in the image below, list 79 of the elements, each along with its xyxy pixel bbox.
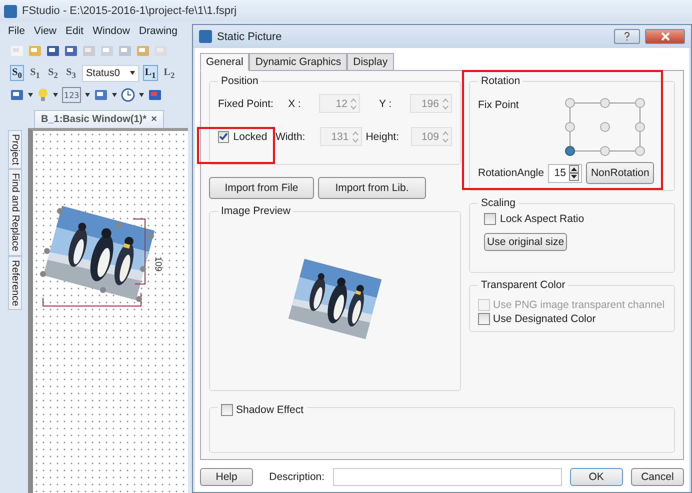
fix-point-radio[interactable] (635, 146, 645, 156)
checkbox-label: Lock Aspect Ratio (500, 213, 584, 225)
group-title: Scaling (480, 197, 516, 209)
caret-icon (28, 93, 33, 97)
fix-point-radio[interactable] (635, 98, 645, 108)
menu-item[interactable]: Window (92, 25, 130, 37)
caret-icon (53, 93, 58, 97)
import-button[interactable]: Import from File (209, 177, 314, 199)
document-tab[interactable]: B_1:Basic Window(1)* × (34, 110, 164, 128)
fix-point-radio[interactable] (635, 122, 645, 132)
layer-button[interactable]: L$_{2}$ (162, 65, 177, 81)
field-label: Fix Point (478, 99, 520, 111)
caret-icon (139, 93, 144, 97)
spinner-icon[interactable] (568, 165, 579, 181)
checkbox[interactable] (221, 404, 233, 416)
checkbox-label: Use PNG image transparent channel (493, 299, 665, 311)
caret-icon (85, 93, 90, 97)
layer-button[interactable]: L$_{1}$ (142, 65, 158, 81)
import-button[interactable]: Import from Lib. (318, 177, 426, 199)
original-size-button[interactable]: Use original size (484, 233, 568, 251)
group-title: Position (220, 75, 260, 87)
field-label: Height: (366, 130, 400, 142)
fix-point-radio[interactable] (565, 122, 575, 132)
menu-item[interactable]: View (34, 25, 56, 37)
menu-item[interactable]: Edit (66, 25, 84, 37)
app-logo-icon (4, 4, 17, 18)
dialog-tab[interactable]: General (200, 53, 250, 71)
menu-item[interactable]: File (8, 25, 25, 37)
fix-point-radio[interactable] (600, 98, 610, 108)
field-label: Fixed Point: (218, 98, 274, 110)
checkbox-label: Shadow Effect (236, 404, 304, 416)
fix-point-radio[interactable] (565, 146, 575, 156)
status-button[interactable]: S$_{1}$ (28, 65, 42, 81)
dimension-label: 109 (154, 256, 164, 272)
status-dropdown[interactable]: Status0 (82, 64, 139, 82)
field-label: Description: (269, 471, 325, 483)
field-label: Width: (275, 130, 306, 142)
numeric-display-button[interactable]: 123 (62, 87, 82, 103)
checkbox[interactable] (478, 313, 490, 325)
group-title: Image Preview (220, 205, 292, 217)
field-label: X : (288, 98, 302, 110)
field-label: Y : (378, 98, 393, 110)
side-tab[interactable]: Find and Replace (8, 169, 22, 256)
checkbox[interactable] (218, 130, 230, 142)
group-title: Transparent Color (480, 279, 566, 291)
status-button[interactable]: S$_{2}$ (46, 65, 60, 81)
fix-point-radio[interactable] (600, 146, 610, 156)
fix-point-radio[interactable] (565, 98, 575, 108)
menu-item[interactable]: Drawing (138, 25, 178, 37)
status-button[interactable]: S$_{3}$ (64, 65, 78, 81)
app-logo-icon (199, 30, 212, 43)
close-tab-button[interactable]: × (151, 114, 157, 125)
document-tab-title: B_1:Basic Window(1)* (41, 114, 146, 125)
status-button[interactable]: S$_{0}$ (10, 65, 24, 81)
side-tab[interactable]: Project (8, 130, 22, 170)
dialog-tab[interactable]: Display (347, 53, 394, 71)
field-label: RotationAngle (478, 167, 544, 179)
rotation-angle-field[interactable]: 15 (548, 164, 582, 182)
light-bulb-icon[interactable] (37, 88, 49, 102)
checkbox-label: Use Designated Color (493, 313, 596, 325)
side-tab[interactable]: Reference (8, 256, 22, 310)
non-rotation-button[interactable]: NonRotation (586, 162, 654, 184)
close-icon[interactable] (645, 29, 685, 44)
ok-button[interactable]: OK (570, 468, 623, 486)
fix-point-frame (570, 102, 640, 152)
fix-point-radio[interactable] (600, 122, 610, 132)
help-icon[interactable] (614, 29, 640, 44)
dialog-tab[interactable]: Dynamic Graphics (249, 53, 348, 71)
description-field[interactable] (332, 468, 562, 486)
dialog-title: Static Picture (217, 30, 282, 42)
group-title: Rotation (480, 75, 522, 87)
window-title: FStudio - E:\2015-2016-1\project-fe\1\1.fsprj (22, 5, 237, 17)
caret-icon (112, 93, 118, 97)
cancel-button[interactable]: Cancel (630, 468, 684, 486)
checkbox[interactable] (484, 213, 496, 225)
clock-icon[interactable] (121, 88, 136, 102)
caret-icon (130, 71, 135, 75)
help-button[interactable]: Help (200, 468, 254, 486)
checkbox-label: Locked (233, 130, 268, 142)
